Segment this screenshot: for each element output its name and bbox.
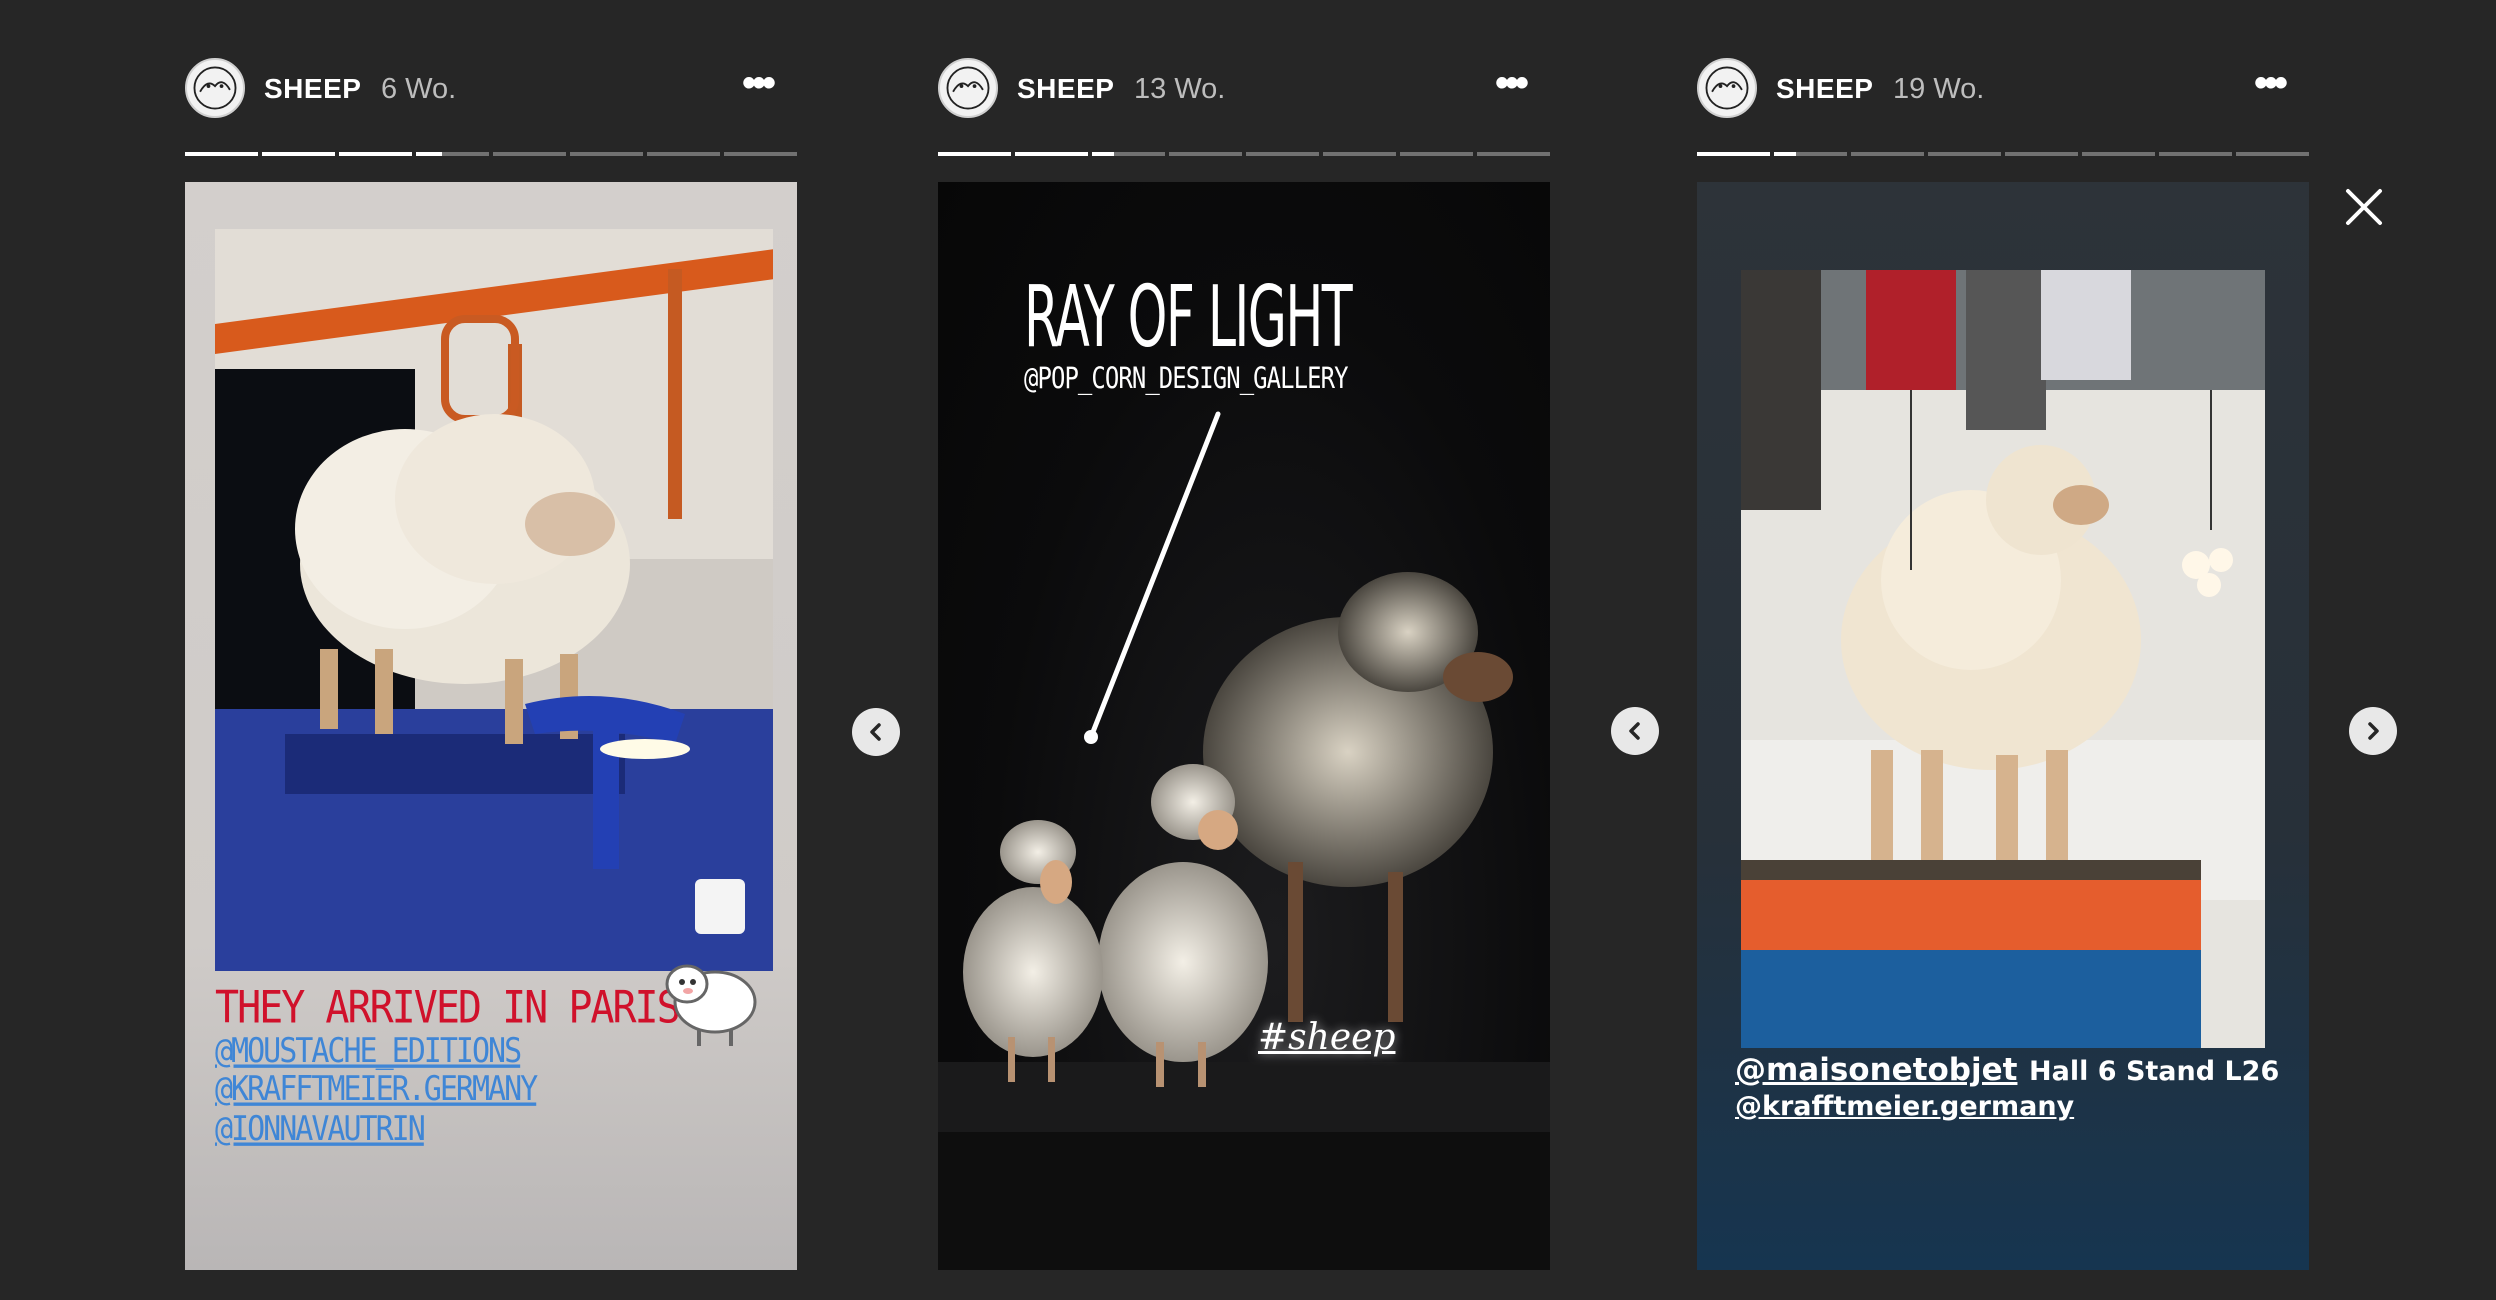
progress-segment [724, 152, 797, 156]
progress-fill [1697, 152, 1770, 156]
progress-segment [2236, 152, 2309, 156]
progress-fill [185, 152, 258, 156]
progress-segment [2082, 152, 2155, 156]
progress-segment [1246, 152, 1319, 156]
progress-segment [2159, 152, 2232, 156]
story-title: RAY OF LIGHT [1024, 267, 1353, 367]
chevron-left-icon [870, 723, 881, 741]
close-icon [2346, 189, 2382, 225]
progress-segment [185, 152, 258, 156]
progress-bar [938, 152, 1550, 156]
previous-story-button[interactable] [1611, 707, 1659, 755]
post-time: 6 Wo. [381, 73, 457, 105]
progress-fill [416, 152, 442, 156]
mention-link[interactable]: @POP_CORN_DESIGN_GALLERY [1024, 362, 1348, 396]
progress-segment [1774, 152, 1847, 156]
story-media[interactable]: @maisonetobjet Hall 6 Stand L26 @krafftm… [1697, 182, 2309, 1270]
progress-segment [2005, 152, 2078, 156]
progress-segment [1400, 152, 1473, 156]
mention-link[interactable]: @IONNAVAUTRIN [215, 1110, 426, 1149]
mention-link[interactable]: @MOUSTACHE_EDITIONS [215, 1032, 522, 1071]
progress-segment [493, 152, 566, 156]
progress-segment [1092, 152, 1165, 156]
story-card-2[interactable]: SHEEP 13 Wo. ••• RAY OF LIGHT @POP_CORN_… [938, 0, 1550, 1300]
close-button[interactable] [2342, 185, 2386, 229]
avatar[interactable] [185, 58, 245, 118]
story-card-3[interactable]: SHEEP 19 Wo. ••• @maisonetobjet Hall 6 S… [1697, 0, 2309, 1300]
progress-fill [339, 152, 412, 156]
more-options-icon[interactable]: ••• [729, 63, 785, 106]
next-story-button[interactable] [2349, 707, 2397, 755]
progress-segment [1323, 152, 1396, 156]
story-header: SHEEP 13 Wo. ••• [938, 58, 1550, 122]
post-time: 19 Wo. [1893, 73, 1985, 105]
sheep-sticker [655, 942, 765, 1052]
more-options-icon[interactable]: ••• [1482, 63, 1538, 106]
progress-segment [1697, 152, 1770, 156]
avatar[interactable] [938, 58, 998, 118]
progress-fill [1092, 152, 1114, 156]
story-photo [1741, 270, 2265, 1048]
mention-link[interactable]: @KRAFFTMEIER.GERMANY [215, 1070, 538, 1109]
progress-segment [570, 152, 643, 156]
story-media[interactable]: THEY ARRIVED IN PARIS! @MOUSTACHE_EDITIO… [185, 182, 797, 1270]
mention-link[interactable]: @krafftmeier.germany [1735, 1091, 2074, 1122]
progress-fill [938, 152, 1011, 156]
progress-segment [1477, 152, 1550, 156]
mention-link[interactable]: @maisonetobjet [1735, 1052, 2017, 1088]
progress-segment [416, 152, 489, 156]
username[interactable]: SHEEP [1776, 73, 1873, 105]
progress-segment [647, 152, 720, 156]
progress-fill [262, 152, 335, 156]
username[interactable]: SHEEP [264, 73, 361, 105]
progress-bar [185, 152, 797, 156]
progress-fill [1015, 152, 1088, 156]
story-header: SHEEP 6 Wo. ••• [185, 58, 797, 122]
chevron-left-icon [1629, 722, 1640, 740]
more-options-icon[interactable]: ••• [2241, 63, 2297, 106]
story-media[interactable]: RAY OF LIGHT @POP_CORN_DESIGN_GALLERY #s… [938, 182, 1550, 1270]
hashtag[interactable]: #sheep [1258, 1017, 1395, 1058]
chevron-right-icon [2368, 722, 2379, 740]
post-time: 13 Wo. [1134, 73, 1226, 105]
progress-segment [1015, 152, 1088, 156]
story-caption: THEY ARRIVED IN PARIS! [215, 982, 703, 1034]
story-header: SHEEP 19 Wo. ••• [1697, 58, 2309, 122]
username[interactable]: SHEEP [1017, 73, 1114, 105]
progress-segment [938, 152, 1011, 156]
progress-segment [262, 152, 335, 156]
progress-segment [1169, 152, 1242, 156]
progress-segment [1851, 152, 1924, 156]
location-label: Hall 6 Stand L26 [2029, 1056, 2280, 1087]
previous-story-button[interactable] [852, 708, 900, 756]
avatar[interactable] [1697, 58, 1757, 118]
progress-bar [1697, 152, 2309, 156]
progress-segment [1928, 152, 2001, 156]
progress-segment [339, 152, 412, 156]
location-caption: @maisonetobjet Hall 6 Stand L26 [1735, 1052, 2279, 1088]
story-photo [215, 229, 773, 971]
progress-fill [1774, 152, 1796, 156]
story-card-1[interactable]: SHEEP 6 Wo. ••• THEY ARRIVED IN PARIS! @… [185, 0, 797, 1300]
